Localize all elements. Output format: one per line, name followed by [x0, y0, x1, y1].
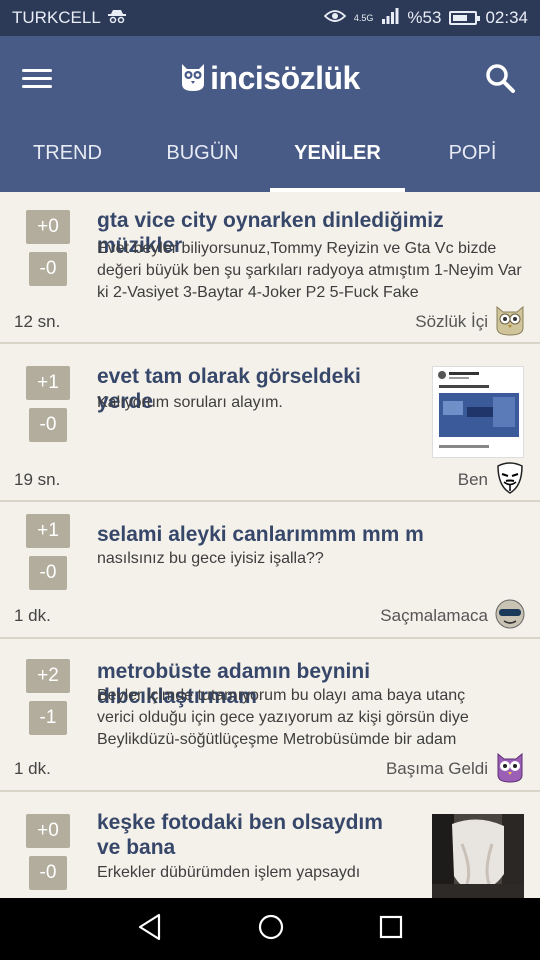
- entry-body: Erkekler dübürümden işlem yapsaydı: [97, 864, 361, 881]
- vote-group: +1 -0: [26, 366, 70, 442]
- logo-text: incisözlük: [210, 60, 360, 96]
- list-item[interactable]: +0 -0 keşke fotodaki ben olsaydım ve ban…: [0, 792, 540, 898]
- entry-body: nasılsınız bu gece iyisiz işalla??: [97, 550, 324, 567]
- downvote-button[interactable]: -0: [29, 856, 67, 890]
- entry-category[interactable]: Sözlük İçi: [415, 312, 488, 332]
- vote-group: +1 -0: [26, 514, 70, 590]
- entry-time: 1 dk.: [14, 759, 51, 778]
- carrier-label: TURKCELL: [12, 8, 101, 27]
- list-item[interactable]: +0 -0 gta vice city oynarken dinlediğimi…: [0, 192, 540, 344]
- owl-logo-icon: [180, 62, 206, 100]
- signal-icon: [381, 7, 399, 29]
- list-item[interactable]: +1 -0 evet tam olarak görseldeki yerde K…: [0, 344, 540, 502]
- entry-thumbnail[interactable]: [432, 366, 524, 458]
- downvote-button[interactable]: -1: [29, 701, 67, 735]
- incognito-icon: [107, 8, 127, 28]
- entry-body: Evet beyler biliyorsunuz,Tommy Reyizin v…: [97, 240, 522, 301]
- tab-yeniler[interactable]: YENİLER: [270, 120, 405, 192]
- tab-popi[interactable]: POPİ: [405, 120, 540, 192]
- recents-square-icon[interactable]: [379, 915, 403, 944]
- entry-thumbnail[interactable]: [432, 814, 524, 898]
- network-type: 4.5G: [353, 12, 374, 23]
- entry-title[interactable]: selami aleyki canlarımmm mm m: [97, 522, 517, 547]
- owl-avatar-icon[interactable]: [494, 304, 526, 336]
- tab-bar: TREND BUGÜN YENİLER POPİ: [0, 120, 540, 192]
- downvote-button[interactable]: -0: [29, 556, 67, 590]
- vote-group: +0 -0: [26, 814, 70, 890]
- vote-group: +2 -1: [26, 659, 70, 735]
- purple-owl-avatar-icon[interactable]: [494, 751, 526, 783]
- app-bar: incisözlük TREND BUGÜN YENİLER POPİ: [0, 36, 540, 192]
- upvote-button[interactable]: +1: [26, 514, 70, 548]
- entry-category[interactable]: Başıma Geldi: [386, 759, 488, 779]
- upvote-button[interactable]: +1: [26, 366, 70, 400]
- home-circle-icon[interactable]: [257, 913, 285, 946]
- upvote-button[interactable]: +2: [26, 659, 70, 693]
- status-bar: TURKCELL 4.5G %53 02:34: [0, 0, 540, 36]
- search-icon[interactable]: [484, 62, 518, 96]
- downvote-button[interactable]: -0: [29, 408, 67, 442]
- upvote-button[interactable]: +0: [26, 814, 70, 848]
- entry-time: 1 dk.: [14, 606, 51, 625]
- app-logo: incisözlük: [0, 60, 540, 100]
- tab-bugun[interactable]: BUGÜN: [135, 120, 270, 192]
- sunglasses-face-avatar-icon[interactable]: [494, 598, 526, 630]
- downvote-button[interactable]: -0: [29, 252, 67, 286]
- back-triangle-icon[interactable]: [137, 913, 163, 946]
- clock: 02:34: [485, 8, 528, 27]
- vote-group: +0 -0: [26, 210, 70, 286]
- battery-icon: [449, 11, 481, 25]
- entry-time: 12 sn.: [14, 312, 61, 331]
- upvote-button[interactable]: +0: [26, 210, 70, 244]
- entry-title[interactable]: keşke fotodaki ben olsaydım ve bana: [97, 810, 407, 860]
- entry-body: Kalıyorum soruları alayım.: [97, 394, 283, 411]
- entry-category[interactable]: Saçmalamaca: [380, 606, 488, 626]
- entry-body: Beyler içimde tutamıyorum bu olayı ama b…: [97, 687, 469, 748]
- eye-icon: [323, 8, 347, 28]
- tab-trend[interactable]: TREND: [0, 120, 135, 192]
- list-item[interactable]: +2 -1 metrobüste adamın beynini dıbcıkla…: [0, 639, 540, 792]
- entry-category[interactable]: Ben: [458, 470, 488, 490]
- mask-avatar-icon[interactable]: [494, 462, 526, 494]
- system-nav-bar: [0, 898, 540, 960]
- entry-list: +0 -0 gta vice city oynarken dinlediğimi…: [0, 192, 540, 898]
- entry-time: 19 sn.: [14, 470, 61, 489]
- battery-percent: %53: [407, 8, 442, 27]
- list-item[interactable]: +1 -0 selami aleyki canlarımmm mm m nası…: [0, 502, 540, 639]
